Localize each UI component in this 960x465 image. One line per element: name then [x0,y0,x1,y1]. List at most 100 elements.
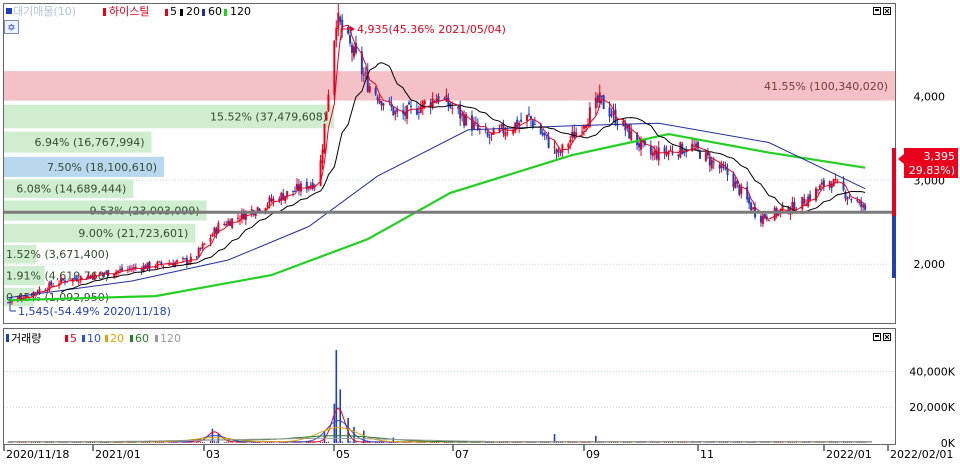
volume-bar [322,441,324,443]
volume-bar [327,441,329,443]
volume-y-tick: 40,000K [909,365,955,378]
x-tick-label: 2021/01 [95,448,141,461]
candle-body [146,262,149,269]
volume-profile-label: 6.94% (16,767,994) [35,136,145,149]
candle-body [516,119,519,127]
x-tick-label: 09 [586,448,600,461]
candle-body [630,130,633,140]
volume-panel-maximize-button[interactable] [873,333,881,341]
price-range-bar-down [892,216,896,278]
candle-body [299,183,302,192]
current-price-arrow [898,154,904,164]
candle-body [201,244,204,249]
legend-ma20[interactable]: 20 [186,5,200,18]
candle-body [864,205,867,210]
candle-body [77,281,80,283]
candle-body [266,204,269,207]
legend-ma120[interactable]: 120 [230,5,251,18]
x-tick-label: 2022/01 [826,448,872,461]
volume-bar [292,442,294,443]
candle-body [461,113,464,116]
candle-body [600,95,603,97]
candle-body [748,197,751,204]
candle-body [272,198,275,202]
candle-body [203,243,206,245]
vol-legend-ma120[interactable]: 120 [160,332,181,345]
candle-body [351,45,354,53]
candle-body [594,97,597,109]
volume-profile-label: 9.00% (21,723,601) [78,227,188,240]
legend-volume-profile[interactable]: 대기매물(10) [13,5,76,18]
candle-body [506,132,509,134]
vol-legend-ma60[interactable]: 60 [135,332,149,345]
volume-profile-bar [4,71,895,101]
volume-bar [365,442,367,443]
candle-body [417,112,420,114]
candle-body [376,96,379,101]
candle-body [649,146,652,155]
volume-bar [377,442,379,443]
current-price-label: 3,395 [924,150,956,163]
candle-body [526,115,528,121]
volume-bar [337,441,339,443]
volume-bar [559,442,561,443]
candle-body [215,228,218,234]
vol-legend-ma20[interactable]: 20 [110,332,124,345]
candle-body [695,143,698,148]
volume-y-tick: 20,000K [909,401,955,414]
volume-bar [782,442,784,443]
candle-body [850,199,853,201]
vol-legend-ma10[interactable]: 10 [87,332,101,345]
candle-body [622,120,625,126]
settings-icon[interactable]: ✡ [4,20,19,35]
vol-legend-swatch-ma10 [82,335,85,342]
low-annotation: 1,545(-54.49% 2020/11/18) [18,305,171,318]
candle-body [368,86,371,93]
candle-body [374,88,377,95]
candle-body [117,270,120,272]
candle-body [347,27,350,34]
volume-bar [320,442,322,443]
candle-body [364,72,367,74]
candle-body [73,277,76,279]
candle-body [463,114,466,126]
candle-body [624,123,627,131]
candle-body [561,144,564,153]
candle-body [488,137,491,139]
candle-body [353,46,355,57]
legend-swatch-ma60 [202,9,205,16]
legend-stock-name[interactable]: 하이스틸 [109,4,149,18]
candle-body [651,152,654,157]
candle-body [101,273,104,275]
candle-body [820,182,823,185]
volume-bar [196,442,198,443]
vol-legend-swatch-ma20 [105,335,108,342]
candle-body [119,269,122,271]
price-panel-close-button[interactable] [883,7,891,15]
vol-legend-swatch-ma5 [65,335,68,342]
candle-body [294,190,297,192]
vol-legend-ma5[interactable]: 5 [70,332,77,345]
volume-bar [351,442,353,443]
price-panel-maximize-button[interactable] [873,7,881,15]
volume-bar [581,442,583,443]
candle-body [36,291,39,293]
candle-body [767,220,770,222]
candle-body [518,122,521,126]
legend-ma60[interactable]: 60 [208,5,222,18]
vol-legend-title[interactable]: 거래량 [11,332,41,345]
candle-body [734,181,737,189]
volume-bar [198,442,200,443]
candle-body [183,258,186,260]
price-y-tick: 4,000 [914,90,946,103]
legend-ma5[interactable]: 5 [170,5,177,18]
candle-body [818,185,821,191]
candle-body [470,115,473,131]
candle-body [327,94,330,111]
candle-body [822,180,825,187]
volume-bar [239,442,241,443]
volume-panel-close-button[interactable] [883,333,891,341]
candle-body [162,265,165,267]
candle-body [451,107,454,109]
candle-body [681,144,684,155]
